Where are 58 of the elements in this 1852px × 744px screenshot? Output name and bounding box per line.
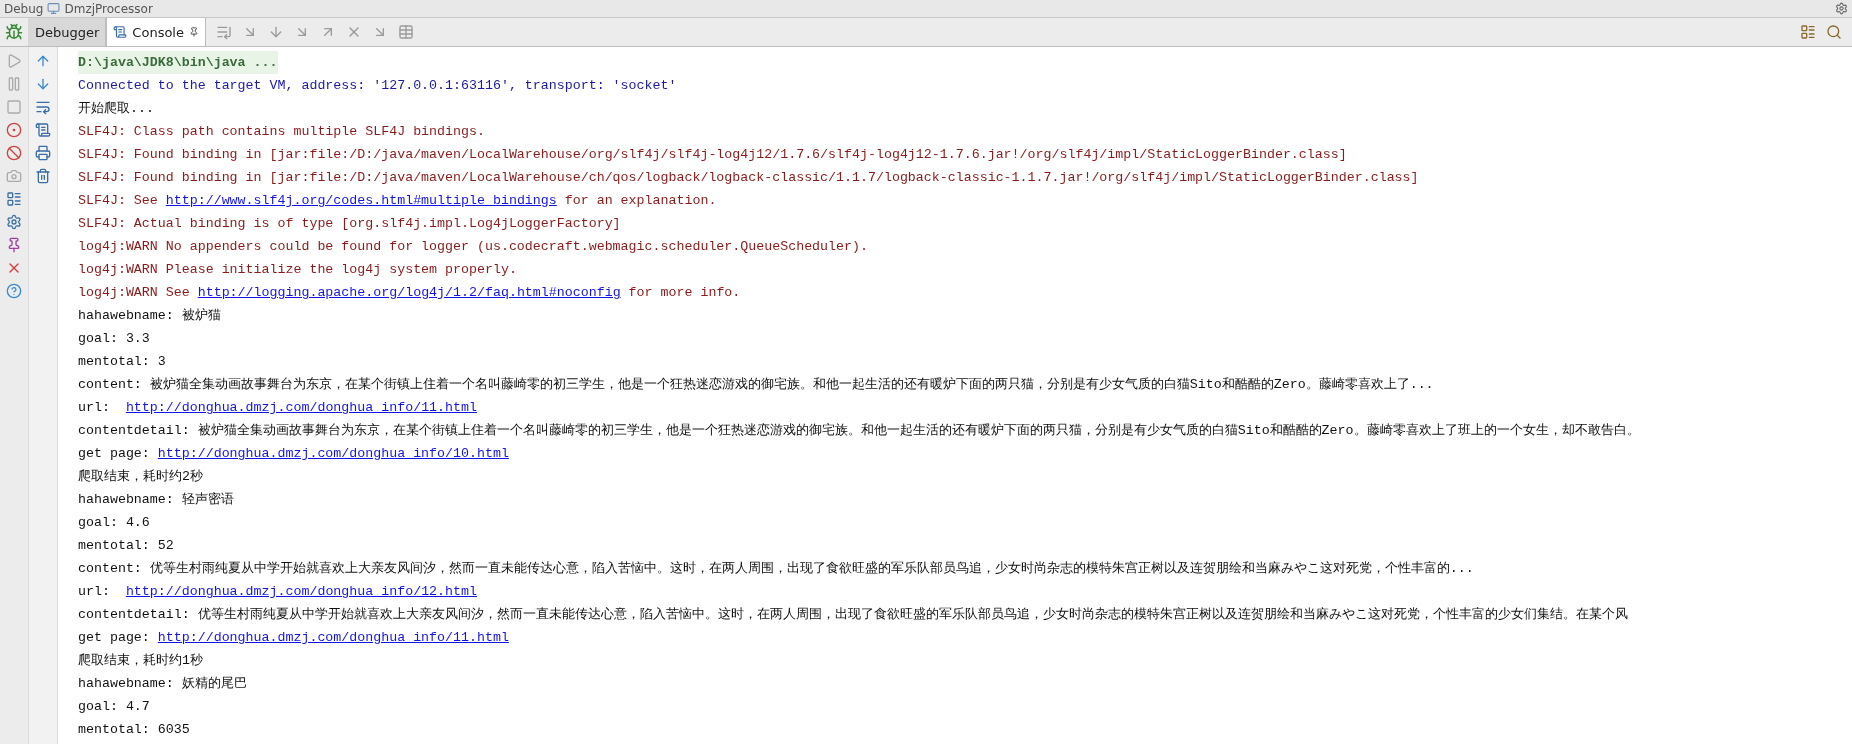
console-line: SLF4J: Found binding in [jar:file:/D:/java/maven/LocalWarehouse/ch/qos/logback/logback-classic/1.1.7/logback-classic-1.1.7.jar!/org/slf4j/impl/StaticLoggerBinder.class] [78, 169, 1419, 187]
window-title: DmzjProcessor [64, 1, 153, 16]
console-line: log4j:WARN Please initialize the log4j system properly. [78, 261, 517, 279]
console-line: contentdetail: 优等生村雨纯夏从中学开始就喜欢上大亲友风间汐，然而一直未能传达心意，陷入苦恼中。这时，在两人周围，出现了食欲旺盛的军乐队部员鸟追，少女时尚杂志的模特朱宫正树以及连贺朋绘和当麻みやこ这对死党，个性丰富的少女们集结。在某个风 [78, 606, 1628, 624]
panel-tab[interactable]: Console [106, 18, 206, 46]
help-icon[interactable] [6, 283, 22, 299]
console-line: hahawebname: 轻声密语 [78, 491, 234, 509]
console-line: hahawebname: 被炉猫 [78, 307, 221, 325]
stop-icon[interactable] [6, 99, 22, 115]
console-line: url: http://donghua.dmzj.com/donghua_info/11.html [78, 399, 477, 417]
console-line: log4j:WARN No appenders could be found for logger (us.codecraft.webmagic.scheduler.QueueScheduler). [78, 238, 868, 256]
console-line: contentdetail: 被炉猫全集动画故事舞台为东京，在某个街镇上住着一个名叫藤崎零的初三学生，他是一个狂热迷恋游戏的御宅族。和他一起生活的还有暖炉下面的两只猫，分别是有少女气质的白猫Sito和酷酷的Zero。藤崎零喜欢上了班上的一个女生，却不敢告白。 [78, 422, 1640, 440]
console-line: mentotal: 3 [78, 353, 166, 371]
settings-icon[interactable] [1835, 2, 1848, 15]
console-line: get page: http://donghua.dmzj.com/donghua_info/11.html [78, 629, 509, 647]
panel-title: Debug [4, 1, 44, 16]
search-icon[interactable] [1826, 24, 1842, 40]
console-link[interactable]: http://donghua.dmzj.com/donghua_info/11.html [157, 630, 509, 645]
window-icon [47, 2, 61, 15]
console-line: goal: 3.3 [78, 330, 150, 348]
console-line: mentotal: 52 [78, 537, 174, 555]
console-line: SLF4J: See http://www.slf4j.org/codes.html#multiple_bindings for an explanation. [78, 192, 717, 210]
console-line: content: 被炉猫全集动画故事舞台为东京，在某个街镇上住着一个名叫藤崎零的初三学生，他是一个狂热迷恋游戏的御宅族。和他一起生活的还有暖炉下面的两只猫，分别是有少女气质的白猫Sito和酷酷的Zero。藤崎零喜欢上了... [78, 376, 1434, 394]
console-link[interactable]: http://donghua.dmzj.com/donghua_info/10.html [157, 446, 509, 461]
console-icon [113, 25, 128, 39]
console-line: mentotal: 6035 [78, 721, 190, 739]
layout-icon[interactable] [6, 191, 22, 207]
console-line: 开始爬取... [78, 100, 154, 118]
console-line: url: http://donghua.dmzj.com/donghua_info/12.html [78, 583, 477, 601]
console-line: SLF4J: Actual binding is of type [org.slf4j.impl.Log4jLoggerFactory] [78, 215, 621, 233]
arrow-down-icon[interactable] [35, 76, 51, 92]
camera-icon[interactable] [6, 168, 22, 184]
console-line: log4j:WARN See http://logging.apache.org/log4j/1.2/faq.html#noconfig for more info. [78, 284, 741, 302]
console-line: SLF4J: Found binding in [jar:file:/D:/java/maven/LocalWarehouse/org/slf4j/slf4j-log4j12/1.7.6/slf4j-log4j12-1.7.6.jar!/org/slf4j/impl/StaticLoggerBinder.class] [78, 146, 1347, 164]
wrap-text-icon[interactable] [35, 99, 51, 115]
settings-icon[interactable] [6, 214, 22, 230]
console-link[interactable]: http://donghua.dmzj.com/donghua_info/12.html [125, 584, 477, 599]
console-line: 爬取结束，耗时约2秒 [78, 468, 203, 486]
pin-icon[interactable] [6, 237, 22, 253]
console-line: Connected to the target VM, address: '127.0.0.1:63116', transport: 'socket' [78, 77, 677, 95]
console-link[interactable]: http://www.slf4j.org/codes.html#multiple_bindings [165, 193, 557, 208]
pause-icon[interactable] [6, 76, 22, 92]
console-line: goal: 4.7 [78, 698, 150, 716]
console-line: get page: http://donghua.dmzj.com/donghua_info/10.html [78, 445, 509, 463]
layout-icon[interactable] [1800, 24, 1816, 40]
console-line: goal: 4.6 [78, 514, 150, 532]
console-link[interactable]: http://donghua.dmzj.com/donghua_info/11.html [125, 400, 477, 415]
print-icon[interactable] [35, 145, 51, 161]
console-line: SLF4J: Class path contains multiple SLF4J bindings. [78, 123, 485, 141]
console-line: hahawebname: 妖精的尾巴 [78, 675, 247, 693]
bug-icon [5, 23, 23, 41]
pin-icon[interactable] [188, 27, 199, 37]
panel-tab[interactable]: Debugger [28, 18, 107, 46]
console-line: content: 优等生村雨纯夏从中学开始就喜欢上大亲友风间汐，然而一直未能传达心意，陷入苦恼中。这时，在两人周围，出现了食欲旺盛的军乐队部员鸟追，少女时尚杂志的模特朱宫正树以及连贺朋绘和当麻みやこ这对死党，个性丰富的... [78, 560, 1474, 578]
console-link[interactable]: http://logging.apache.org/log4j/1.2/faq.html#noconfig [197, 285, 621, 300]
resume-icon[interactable] [6, 53, 22, 69]
console-line: 爬取结束，耗时约1秒 [78, 652, 203, 670]
trash-icon[interactable] [35, 168, 51, 184]
